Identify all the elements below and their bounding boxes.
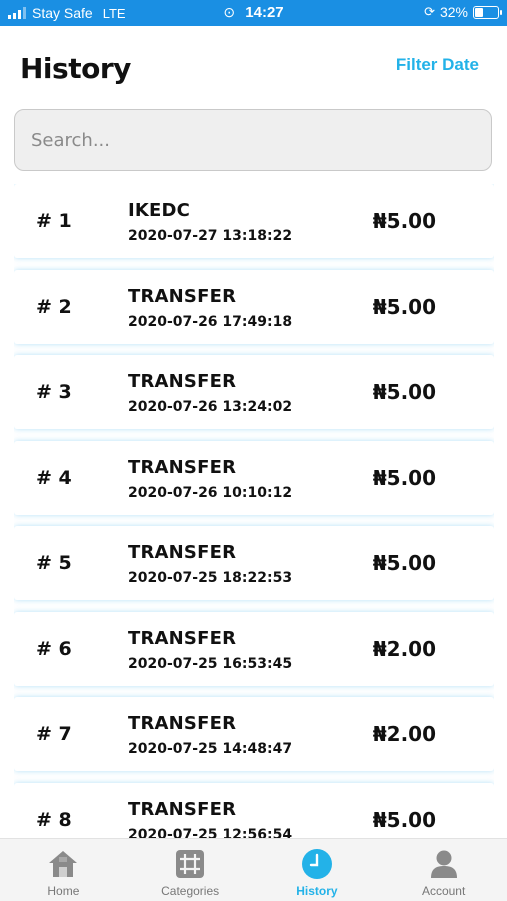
- transaction-date: 2020-07-25 14:48:47: [128, 741, 293, 757]
- transaction-amount: ₦5.00: [372, 295, 436, 319]
- transaction-number: # 2: [36, 296, 72, 318]
- clock-time: 14:27: [245, 4, 284, 21]
- transaction-card[interactable]: # 3 TRANSFER 2020-07-26 13:24:02 ₦5.00: [14, 355, 494, 429]
- transaction-number: # 1: [36, 210, 72, 232]
- nav-history-label: History: [296, 884, 338, 898]
- clock-icon: [301, 849, 332, 879]
- link-icon: ⊙: [223, 4, 236, 20]
- transaction-name: TRANSFER: [128, 457, 237, 478]
- transaction-amount: ₦2.00: [372, 722, 436, 746]
- transaction-date: 2020-07-25 16:53:45: [128, 656, 293, 672]
- transaction-amount: ₦5.00: [372, 380, 436, 404]
- nav-account[interactable]: Account: [380, 839, 507, 901]
- transaction-list[interactable]: # 1 IKEDC 2020-07-27 13:18:22 ₦5.00 # 2 …: [14, 184, 494, 838]
- transaction-name: TRANSFER: [128, 713, 237, 734]
- battery-icon: [473, 5, 502, 19]
- transaction-amount: ₦2.00: [372, 637, 436, 661]
- transaction-name: TRANSFER: [128, 628, 237, 649]
- battery-percent: 32%: [439, 4, 468, 20]
- transaction-date: 2020-07-25 12:56:54: [128, 827, 293, 838]
- nav-home[interactable]: Home: [0, 839, 127, 901]
- transaction-card[interactable]: # 6 TRANSFER 2020-07-25 16:53:45 ₦2.00: [14, 612, 494, 686]
- transaction-amount: ₦5.00: [372, 551, 436, 575]
- page-title: History: [20, 52, 131, 85]
- transaction-date: 2020-07-25 18:22:53: [128, 570, 293, 586]
- transaction-name: TRANSFER: [128, 542, 237, 563]
- transaction-card[interactable]: # 8 TRANSFER 2020-07-25 12:56:54 ₦5.00: [14, 783, 494, 838]
- nav-categories[interactable]: Categories: [127, 839, 254, 901]
- transaction-number: # 5: [36, 552, 72, 574]
- nav-categories-label: Categories: [161, 884, 220, 898]
- transaction-card[interactable]: # 4 TRANSFER 2020-07-26 10:10:12 ₦5.00: [14, 441, 494, 515]
- search-input[interactable]: [14, 109, 492, 171]
- transaction-date: 2020-07-26 13:24:02: [128, 399, 293, 415]
- nav-account-label: Account: [421, 884, 466, 898]
- grid-icon: [176, 850, 205, 878]
- transaction-card[interactable]: # 2 TRANSFER 2020-07-26 17:49:18 ₦5.00: [14, 270, 494, 344]
- transaction-card[interactable]: # 5 TRANSFER 2020-07-25 18:22:53 ₦5.00: [14, 526, 494, 600]
- transaction-number: # 8: [36, 809, 72, 831]
- transaction-amount: ₦5.00: [372, 209, 436, 233]
- transaction-date: 2020-07-27 13:18:22: [128, 228, 293, 244]
- transaction-name: IKEDC: [128, 200, 191, 221]
- person-icon: [430, 850, 457, 878]
- transaction-date: 2020-07-26 17:49:18: [128, 314, 293, 330]
- transaction-amount: ₦5.00: [372, 466, 436, 490]
- transaction-name: TRANSFER: [128, 286, 237, 307]
- home-icon: [49, 851, 78, 877]
- transaction-card[interactable]: # 1 IKEDC 2020-07-27 13:18:22 ₦5.00: [14, 184, 494, 258]
- transaction-date: 2020-07-26 10:10:12: [128, 485, 293, 501]
- transaction-card[interactable]: # 7 TRANSFER 2020-07-25 14:48:47 ₦2.00: [14, 697, 494, 771]
- orientation-lock-icon: ⟳: [424, 4, 435, 19]
- transaction-amount: ₦5.00: [372, 808, 436, 832]
- transaction-number: # 7: [36, 723, 72, 745]
- bottom-nav: Home Categories History Account: [0, 838, 507, 901]
- nav-home-label: Home: [47, 884, 80, 898]
- nav-history[interactable]: History: [254, 839, 381, 901]
- transaction-name: TRANSFER: [128, 371, 237, 392]
- status-bar: Stay Safe LTE ⊙ 14:27 ⟳ 32%: [0, 0, 507, 26]
- transaction-number: # 6: [36, 638, 72, 660]
- filter-date-button[interactable]: Filter Date: [396, 55, 479, 75]
- transaction-number: # 4: [36, 467, 72, 489]
- transaction-number: # 3: [36, 381, 72, 403]
- transaction-name: TRANSFER: [128, 799, 237, 820]
